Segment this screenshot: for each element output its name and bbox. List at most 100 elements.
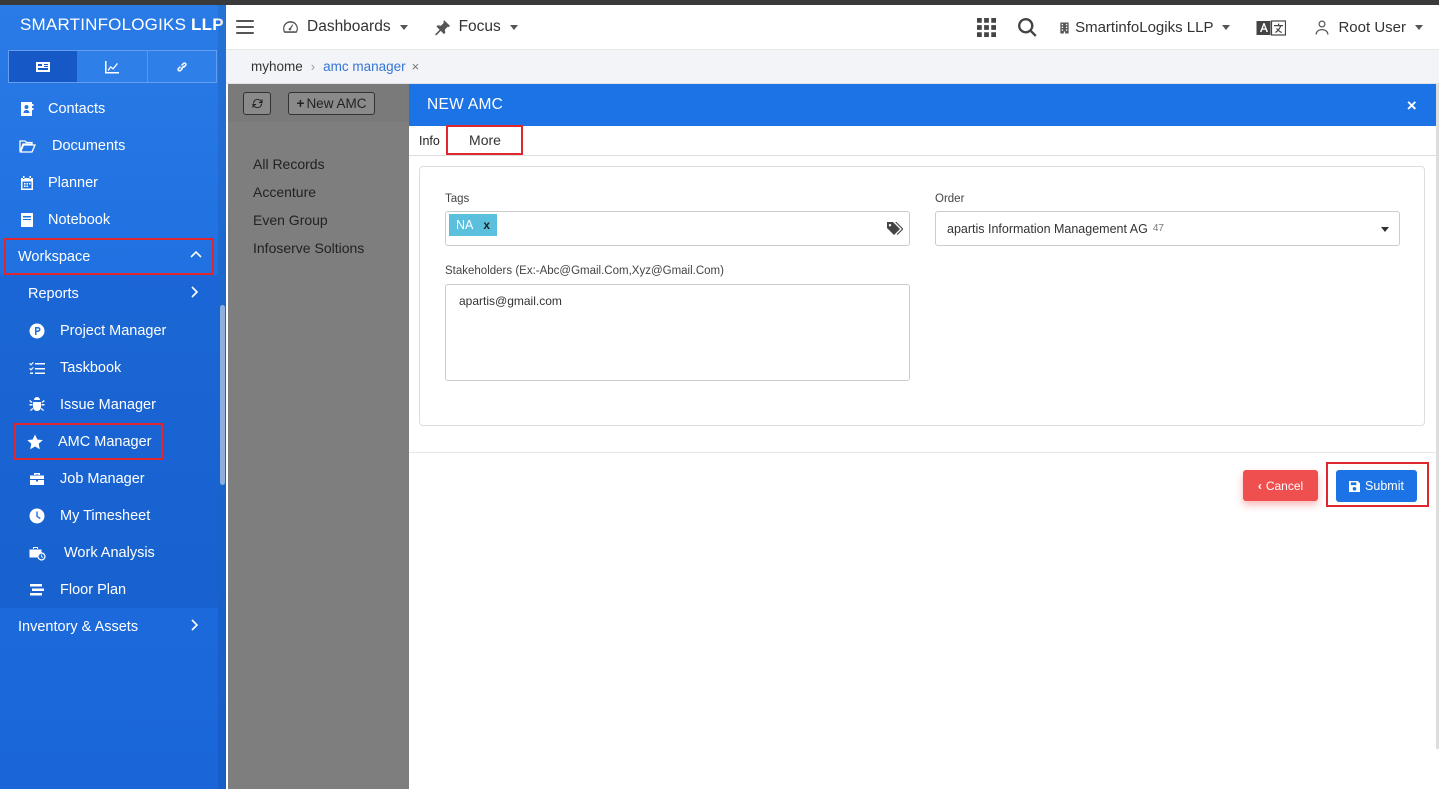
folder-open-icon [18, 137, 36, 155]
top-header: Dashboards Focus SmartinfoLogiks LLP Roo… [226, 5, 1439, 50]
list-item[interactable]: Accenture [228, 178, 409, 206]
chevron-right-icon [188, 619, 200, 631]
stakeholders-label: Stakeholders (Ex:-Abc@Gmail.Com,Xyz@Gmai… [445, 265, 724, 277]
dashboards-menu[interactable]: Dashboards [282, 18, 408, 36]
refresh-button[interactable] [243, 91, 271, 115]
sidebar-item-taskbook[interactable]: Taskbook [0, 349, 218, 386]
floor-plan-icon [28, 581, 46, 599]
breadcrumb-current[interactable]: amc manager [323, 59, 406, 74]
sidebar-tab-charts[interactable] [78, 51, 148, 82]
plus-icon: + [296, 95, 305, 111]
tags-label: Tags [445, 193, 470, 205]
sidebar-item-floor-plan[interactable]: Floor Plan [0, 571, 218, 608]
clock-icon [28, 507, 46, 525]
thumbtack-icon [434, 19, 450, 35]
new-amc-button[interactable]: + New AMC [288, 91, 375, 115]
caret-down-icon [1222, 25, 1231, 30]
focus-label: Focus [458, 18, 501, 35]
sidebar-item-work-analysis[interactable]: Work Analysis [0, 534, 218, 571]
address-book-icon [18, 100, 36, 118]
order-count: 47 [1152, 223, 1164, 234]
sidebar-item-label: Work Analysis [64, 544, 155, 561]
header-right: SmartinfoLogiks LLP Root User [977, 5, 1439, 50]
stakeholders-textarea[interactable]: apartis@gmail.com [445, 284, 910, 381]
sidebar-item-issue-manager[interactable]: Issue Manager [0, 386, 218, 423]
user-label: Root User [1338, 19, 1406, 36]
sidebar-item-label: Documents [52, 137, 126, 154]
tags-input[interactable]: NA x [445, 211, 910, 246]
caret-down-icon [399, 24, 408, 30]
tag-chip-label: NA [456, 218, 474, 232]
sidebar-item-job-manager[interactable]: Job Manager [0, 460, 218, 497]
breadcrumb-home[interactable]: myhome [251, 59, 303, 74]
sidebar-tab-cards[interactable] [9, 51, 79, 82]
tachometer-icon [283, 20, 298, 33]
sidebar-item-my-timesheet[interactable]: My Timesheet [0, 497, 218, 534]
workspace-submenu: Reports Project Manager Taskbook Issue M… [0, 275, 218, 608]
briefcase-icon [28, 470, 46, 488]
sidebar-tab-links[interactable] [148, 51, 216, 82]
sidebar-item-label: Reports [28, 285, 79, 302]
caret-down-icon [1415, 25, 1423, 30]
sidebar-item-label: AMC Manager [58, 433, 152, 450]
modal-title: NEW AMC [427, 96, 504, 113]
tag-remove-icon[interactable]: x [483, 218, 490, 232]
id-card-icon [36, 61, 51, 72]
chevron-up-icon [190, 249, 202, 261]
dashboards-label: Dashboards [307, 18, 391, 35]
sidebar-item-documents[interactable]: Documents [0, 127, 218, 164]
tags-icon [887, 221, 904, 237]
footer-divider [409, 452, 1437, 453]
sidebar-item-amc-manager[interactable]: AMC Manager [14, 423, 163, 460]
sidebar-item-inventory-assets[interactable]: Inventory & Assets [0, 608, 218, 645]
brand-name: SMARTINFOLOGIKS [20, 15, 187, 34]
tasks-icon [28, 359, 46, 377]
modal-tabs: Info [409, 126, 1437, 156]
breadcrumb-close-icon[interactable]: × [412, 59, 420, 74]
sidebar-item-label: Inventory & Assets [18, 618, 139, 635]
brand-suffix: LLP [191, 15, 224, 34]
briefcase-clock-icon [28, 544, 46, 562]
sidebar-item-label: Workspace [18, 248, 91, 265]
list-item[interactable]: Even Group [228, 206, 409, 234]
breadcrumb: myhome › amc manager × [226, 50, 1439, 84]
submit-button[interactable]: Submit [1336, 470, 1417, 502]
sidebar-item-label: Taskbook [60, 359, 122, 376]
company-label: SmartinfoLogiks LLP [1075, 19, 1214, 36]
sidebar-item-contacts[interactable]: Contacts [0, 90, 218, 127]
sidebar-scrollbar[interactable] [220, 305, 225, 485]
sidebar-item-planner[interactable]: Planner [0, 164, 218, 201]
cancel-button[interactable]: ‹ Cancel [1243, 470, 1318, 501]
search-icon[interactable] [1018, 18, 1037, 37]
translate-icon[interactable] [1256, 19, 1287, 36]
new-amc-label: New AMC [306, 95, 367, 111]
list-item[interactable]: All Records [228, 150, 409, 178]
list-item[interactable]: Infoserve Soltions [228, 234, 409, 262]
form-card: Tags NA x Order apartis Information Mana… [419, 166, 1425, 426]
sidebar-nav: Contacts Documents Planner Notebook Work… [0, 90, 218, 645]
sidebar-item-label: Issue Manager [60, 396, 156, 413]
hamburger-menu-icon[interactable] [236, 20, 254, 34]
sidebar-item-label: Notebook [48, 211, 111, 228]
brand-logo[interactable]: SMARTINFOLOGIKS LLP [20, 15, 224, 35]
apps-grid-icon[interactable] [977, 18, 997, 37]
sidebar-item-notebook[interactable]: Notebook [0, 201, 218, 238]
sidebar-item-project-manager[interactable]: Project Manager [0, 312, 218, 349]
new-amc-modal: NEW AMC × Info More Tags NA x Order apar… [409, 84, 1437, 789]
chevron-left-icon: ‹ [1257, 478, 1262, 493]
sidebar-item-workspace[interactable]: Workspace [4, 238, 214, 275]
order-select[interactable]: apartis Information Management AG 47 [935, 211, 1400, 246]
sidebar-item-label: Job Manager [60, 470, 145, 487]
focus-menu[interactable]: Focus [434, 18, 518, 36]
user-menu[interactable]: Root User [1314, 19, 1423, 36]
sidebar-item-reports[interactable]: Reports [0, 275, 218, 312]
bug-icon [28, 396, 46, 414]
sidebar-item-label: Project Manager [60, 322, 167, 339]
close-icon[interactable]: × [1407, 96, 1417, 116]
line-chart-icon [105, 60, 120, 73]
records-toolbar: + New AMC [228, 84, 409, 122]
tab-info[interactable]: Info [419, 134, 440, 155]
company-menu[interactable]: SmartinfoLogiks LLP [1059, 19, 1231, 36]
records-panel: + New AMC All Records Accenture Even Gro… [228, 84, 409, 789]
sidebar-tabs [8, 50, 217, 83]
